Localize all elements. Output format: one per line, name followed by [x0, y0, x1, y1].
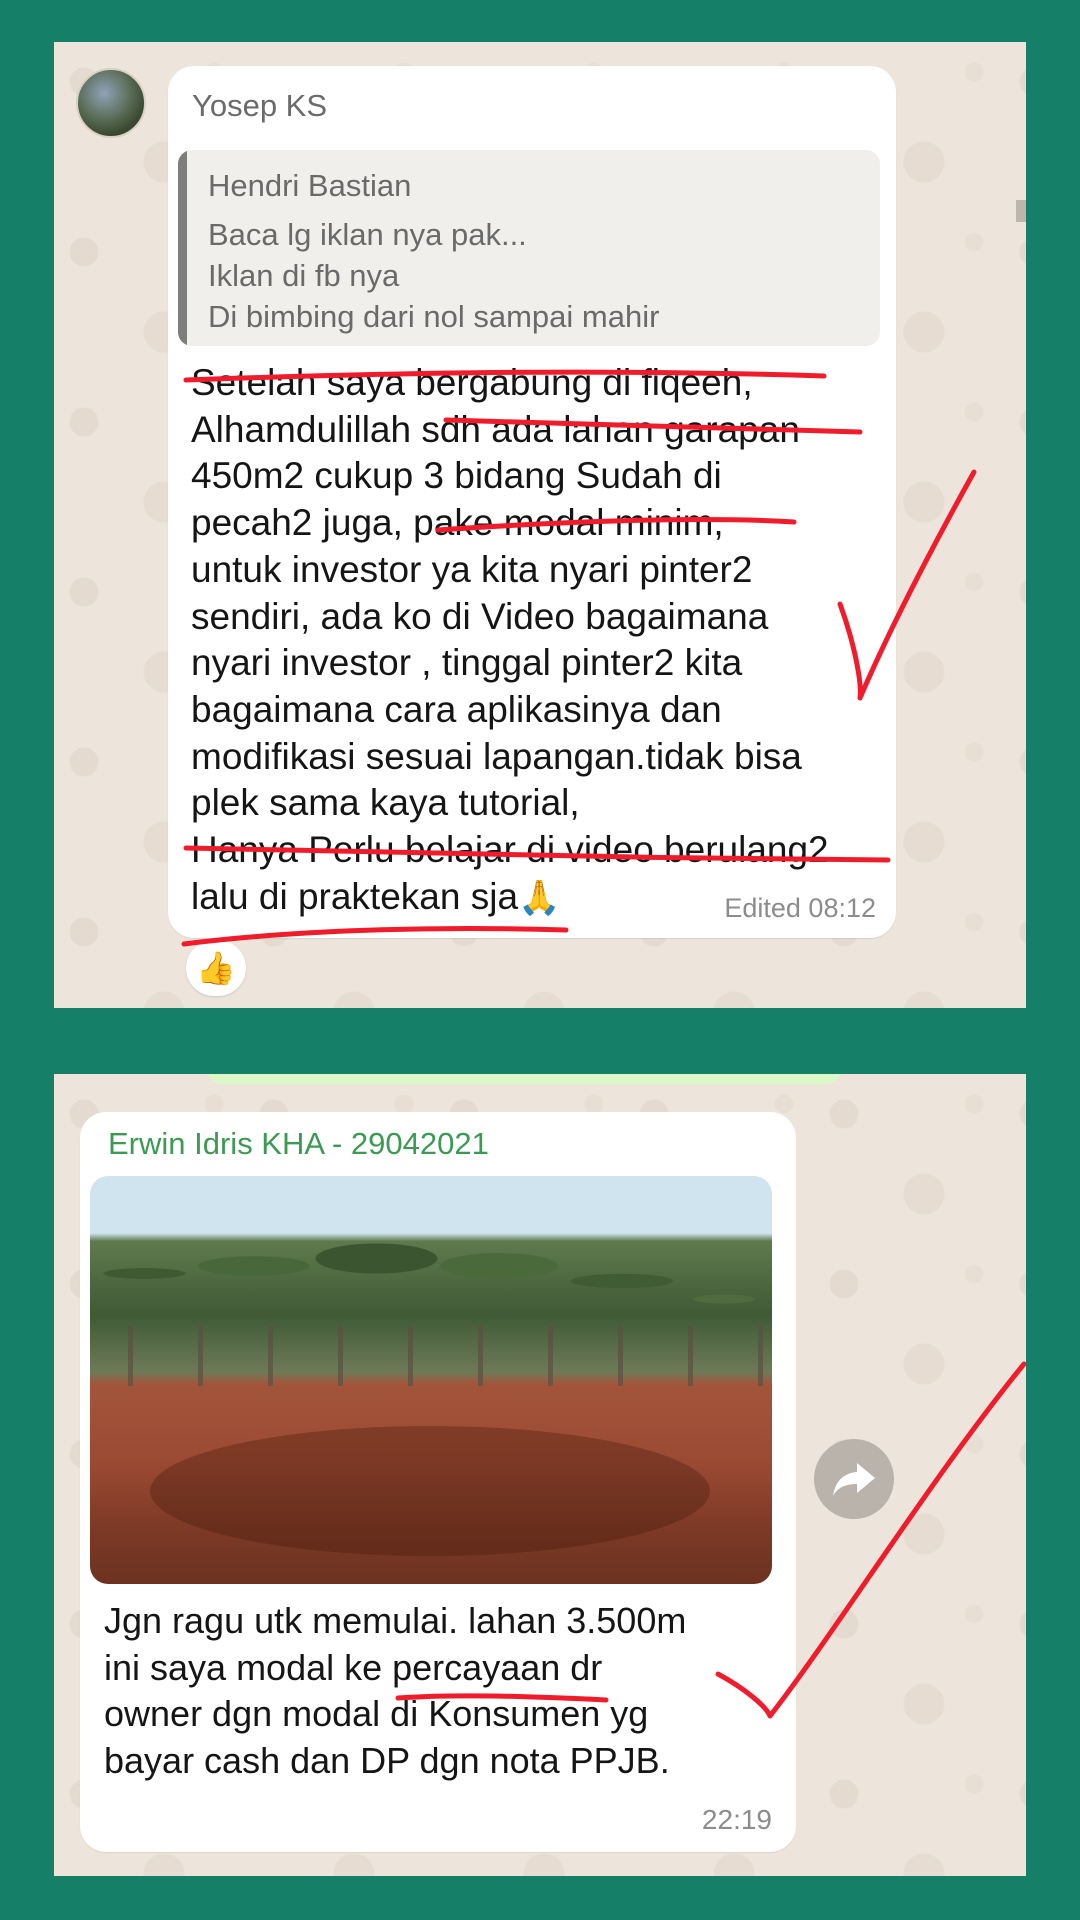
message-line: bayar cash dan DP dgn nota PPJB.	[104, 1739, 670, 1781]
quoted-line: Iklan di fb nya	[208, 258, 400, 293]
message-timestamp: 22:19	[701, 1804, 772, 1835]
ground-shadow	[150, 1426, 710, 1556]
quoted-message[interactable]: Hendri Bastian Baca lg iklan nya pak... …	[178, 150, 880, 346]
sender-name: Erwin Idris KHA - 29042021	[108, 1126, 489, 1161]
message-line: ini saya modal ke percayaan dr	[104, 1646, 603, 1688]
share-forward-icon	[833, 1463, 875, 1496]
message-bubble[interactable]: Yosep KS Hendri Bastian Baca lg iklan ny…	[168, 66, 896, 938]
quoted-author: Hendri Bastian	[208, 168, 412, 203]
message-text: Jgn ragu utk memulai. lahan 3.500m ini s…	[104, 1598, 686, 1784]
message-line: Hanya Perlu belajar di video berulang2	[191, 829, 829, 871]
land-photo[interactable]	[90, 1176, 772, 1584]
message-line: pecah2 juga, pake modal minim,	[191, 502, 724, 544]
message-line: sendiri, ada ko di Video bagaimana	[191, 595, 769, 637]
message-line: 450m2 cukup 3 bidang Sudah di	[191, 455, 722, 497]
forward-button[interactable]	[814, 1439, 894, 1519]
folded-hands-emoji: 🙏	[518, 878, 561, 917]
message-line: bagaimana cara aplikasinya dan	[191, 688, 722, 730]
message-line-text: lalu di praktekan sja	[191, 875, 519, 917]
message-line: modifikasi sesuai lapangan.tidak bisa	[191, 735, 802, 777]
message-text: Setelah saya bergabung di fiqeeh, Alhamd…	[191, 360, 829, 921]
tree-trunks	[90, 1326, 772, 1386]
scroll-indicator	[1016, 200, 1026, 222]
sender-name: Yosep KS	[192, 88, 328, 123]
chat-screenshot-top: Yosep KS Hendri Bastian Baca lg iklan ny…	[54, 42, 1026, 1008]
edited-timestamp: Edited 08:12	[724, 893, 876, 923]
quoted-line: Di bimbing dari nol sampai mahir	[208, 299, 660, 334]
previous-message-edge	[204, 1074, 844, 1084]
message-line: owner dgn modal di Konsumen yg	[104, 1693, 649, 1734]
quote-bar	[178, 150, 187, 346]
quoted-text: Baca lg iklan nya pak... Iklan di fb nya…	[208, 214, 659, 337]
message-line: plek sama kaya tutorial,	[191, 782, 580, 824]
message-line: Alhamdulillah sdh ada lahan garapan	[191, 408, 800, 450]
quoted-line: Baca lg iklan nya pak...	[208, 217, 527, 252]
message-line: nyari investor , tinggal pinter2 kita	[191, 642, 743, 684]
reaction-badge[interactable]: 👍	[186, 940, 246, 996]
message-line: untuk investor ya kita nyari pinter2	[191, 548, 753, 590]
message-line: Setelah saya bergabung di fiqeeh,	[191, 362, 753, 403]
avatar[interactable]	[76, 68, 146, 138]
chat-screenshot-bottom: Erwin Idris KHA - 29042021 Jgn ragu utk …	[54, 1074, 1026, 1876]
message-line: Jgn ragu utk memulai. lahan 3.500m	[104, 1600, 687, 1641]
message-bubble[interactable]: Erwin Idris KHA - 29042021 Jgn ragu utk …	[80, 1112, 796, 1852]
